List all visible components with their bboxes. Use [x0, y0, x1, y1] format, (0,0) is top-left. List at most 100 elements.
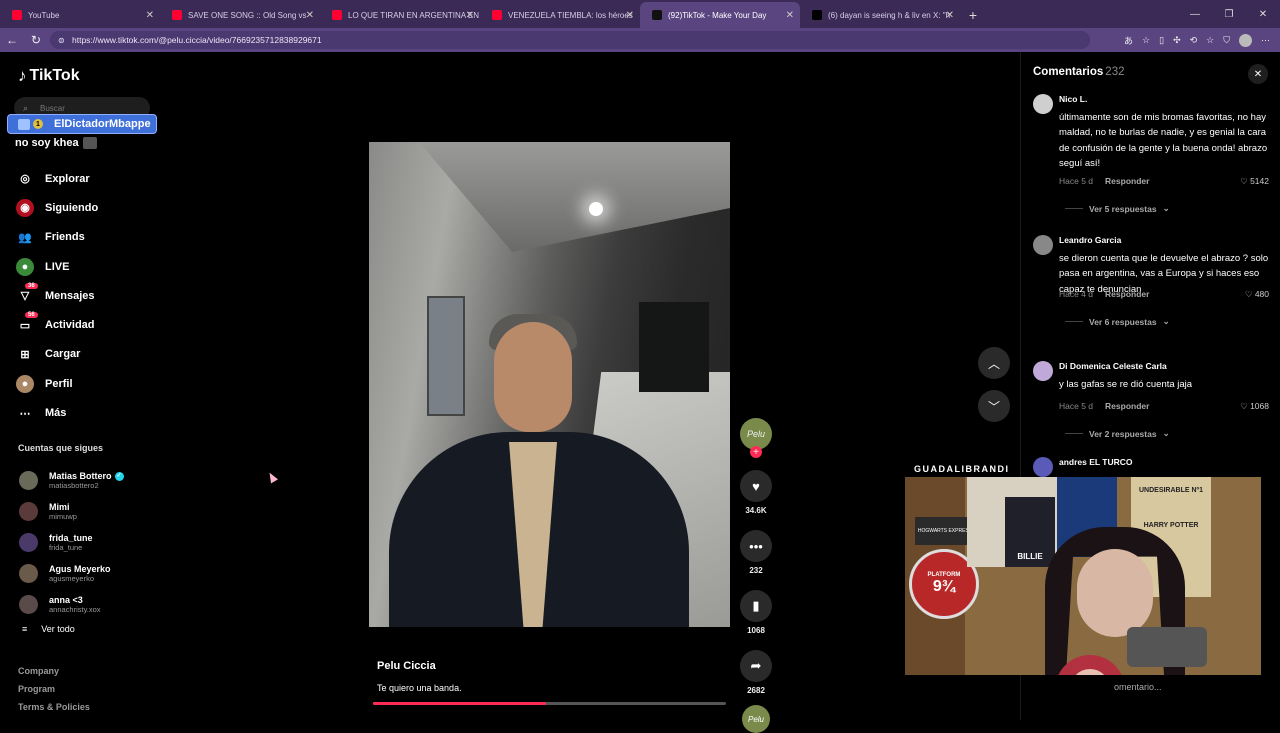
tab-close-icon[interactable]: ✕ [146, 10, 154, 21]
avatar[interactable] [1033, 235, 1053, 255]
see-all-link[interactable]: ≡ Ver todo [22, 624, 75, 634]
restore-icon[interactable]: ❐ [1212, 0, 1246, 28]
menu-item-perfil[interactable]: ● Perfil [16, 369, 98, 398]
reply-button[interactable]: Responder [1105, 401, 1149, 411]
address-bar: ← ↻ ⊜ https://www.tiktok.com/@pelu.cicci… [0, 28, 1280, 52]
comments-count: 232 [1105, 66, 1125, 78]
minimize-icon[interactable]: — [1178, 0, 1212, 28]
see-all-label: Ver todo [41, 624, 75, 634]
extensions-icon[interactable]: ✣ [1173, 35, 1181, 46]
browser-tab[interactable]: LO QUE TIRAN EN ARGENTINA EN ✕ [320, 2, 480, 28]
reply-button[interactable]: Responder [1105, 289, 1149, 299]
video-progress-bar[interactable] [373, 702, 726, 705]
shield-icon[interactable]: ⛉ [1223, 35, 1230, 46]
following-item[interactable]: Mimi mimuwp [19, 496, 124, 527]
comment-author[interactable]: Leandro Garcia [1059, 235, 1121, 245]
profile-avatar[interactable] [1239, 33, 1252, 47]
chevron-up-icon[interactable]: ︿ [978, 347, 1010, 379]
browser-tab[interactable]: (92)TikTok - Make Your Day ✕ [640, 2, 800, 28]
following-item[interactable]: frida_tune frida_tune [19, 527, 124, 558]
footer-link[interactable]: Terms & Policies [18, 702, 90, 720]
menu-item-cargar[interactable]: ⊞ Cargar [16, 340, 98, 369]
avatar[interactable] [1033, 94, 1053, 114]
menu-item-explorar[interactable]: ◎ Explorar [16, 164, 98, 193]
following-handle: agusmeyerko [49, 574, 95, 583]
reply-button[interactable]: Responder [1105, 176, 1149, 186]
following-item[interactable]: Agus Meyerko agusmeyerko [19, 558, 124, 589]
view-replies-label: Ver 2 respuestas [1089, 428, 1157, 439]
tab-close-icon[interactable]: ✕ [786, 10, 794, 21]
avatar[interactable] [1033, 361, 1053, 381]
close-window-icon[interactable]: ✕ [1246, 0, 1280, 28]
comments-title: Comentarios [1033, 66, 1104, 78]
favorites-icon[interactable]: ☆ [1206, 35, 1214, 46]
history-icon[interactable]: ⟲ [1190, 35, 1198, 46]
footer-link[interactable]: Company [18, 666, 90, 684]
back-icon[interactable]: ← [0, 28, 24, 52]
following-handle: matiasbottero2 [49, 481, 99, 490]
music-disc-avatar[interactable]: Pelu [742, 705, 770, 733]
menu-item-mensajes[interactable]: ▽ 36 Mensajes [16, 281, 98, 310]
following-item[interactable]: anna <3 annachristy.xox [19, 589, 124, 620]
avatar [19, 564, 38, 583]
menu-item-friends[interactable]: 👥 Friends [16, 223, 98, 252]
comment-like[interactable]: ♡ 480 [1245, 289, 1269, 300]
activity-icon: ▭ [19, 319, 31, 332]
window-controls: — ❐ ✕ [1178, 0, 1280, 28]
view-replies-button[interactable]: Ver 6 respuestas ⌄ [1065, 316, 1170, 327]
menu-dots-icon[interactable]: ⋯ [1261, 35, 1270, 46]
logo-text: TikTok [29, 67, 80, 84]
follow-plus-icon[interactable]: + [750, 446, 762, 458]
split-screen-icon[interactable]: ▯ [1159, 35, 1164, 46]
tab-favicon-icon [332, 10, 342, 20]
menu-item-siguiendo[interactable]: ◉ Siguiendo [16, 193, 98, 222]
comment-icon[interactable]: ••• [740, 530, 772, 562]
reload-icon[interactable]: ↻ [24, 28, 48, 52]
view-replies-button[interactable]: Ver 5 respuestas ⌄ [1065, 203, 1170, 214]
mouse-cursor [266, 470, 278, 484]
comment-like[interactable]: ♡ 1068 [1240, 401, 1269, 412]
translate-icon[interactable]: あ [1124, 34, 1133, 47]
tab-close-icon[interactable]: ✕ [466, 10, 474, 21]
favorite-star-icon[interactable]: ☆ [1142, 35, 1150, 46]
comment-author[interactable]: Di Domenica Celeste Carla [1059, 361, 1167, 371]
menu-item-label: Más [45, 407, 67, 420]
video-player[interactable] [369, 142, 730, 627]
menu-item-live[interactable]: ● LIVE [16, 252, 98, 281]
footer-link[interactable]: Program [18, 684, 90, 702]
chevron-down-icon: ⌄ [1162, 316, 1170, 326]
music-disc-text: Pelu [747, 714, 764, 724]
view-replies-button[interactable]: Ver 2 respuestas ⌄ [1065, 428, 1170, 439]
tab-close-icon[interactable]: ✕ [626, 10, 634, 21]
list-icon: ≡ [22, 624, 28, 634]
video-author[interactable]: Pelu Ciccia [377, 660, 462, 672]
tab-favicon-icon [492, 10, 502, 20]
add-comment-input[interactable]: omentario... [1034, 678, 1264, 700]
following-item[interactable]: Matias Bottero ✓ matiasbottero2 [19, 465, 124, 496]
heart-icon[interactable]: ♥ [740, 470, 772, 502]
chevron-down-icon[interactable]: ﹀ [978, 390, 1010, 422]
live-icon: ● [16, 257, 34, 276]
bookmark-icon[interactable]: ▮ [740, 590, 772, 622]
browser-tab[interactable]: (6) dayan is seeing h & liv en X: "h ✕ [800, 2, 960, 28]
share-icon[interactable]: ➦ [740, 650, 772, 682]
browser-tab[interactable]: VENEZUELA TIEMBLA: los héroes ✕ [480, 2, 640, 28]
menu-item-más[interactable]: ⋯ Más [16, 398, 98, 427]
comment-author[interactable]: Nico L. [1059, 94, 1087, 104]
close-icon[interactable]: ✕ [1248, 64, 1268, 84]
menu-item-actividad[interactable]: ▭ 56 Actividad [16, 310, 98, 339]
url-field[interactable]: ⊜ https://www.tiktok.com/@pelu.ciccia/vi… [50, 31, 1090, 49]
browser-tab[interactable]: YouTube ✕ [0, 2, 160, 28]
comment-like[interactable]: ♡ 5142 [1240, 176, 1269, 187]
video-person-head [494, 322, 572, 432]
tab-close-icon[interactable]: ✕ [946, 10, 954, 21]
tab-close-icon[interactable]: ✕ [306, 10, 314, 21]
author-avatar-text: Pelu [746, 429, 765, 439]
tiktok-logo[interactable]: ♪ TikTok [18, 66, 80, 86]
site-info-icon[interactable]: ⊜ [58, 36, 65, 45]
new-tab-button[interactable]: + [960, 2, 986, 28]
streamer-name: GUADALIBRANDI [914, 464, 1010, 474]
browser-tab[interactable]: SAVE ONE SONG :: Old Song vs ✕ [160, 2, 320, 28]
author-avatar[interactable]: Pelu + [740, 418, 772, 458]
following-name: frida_tune [49, 533, 93, 543]
